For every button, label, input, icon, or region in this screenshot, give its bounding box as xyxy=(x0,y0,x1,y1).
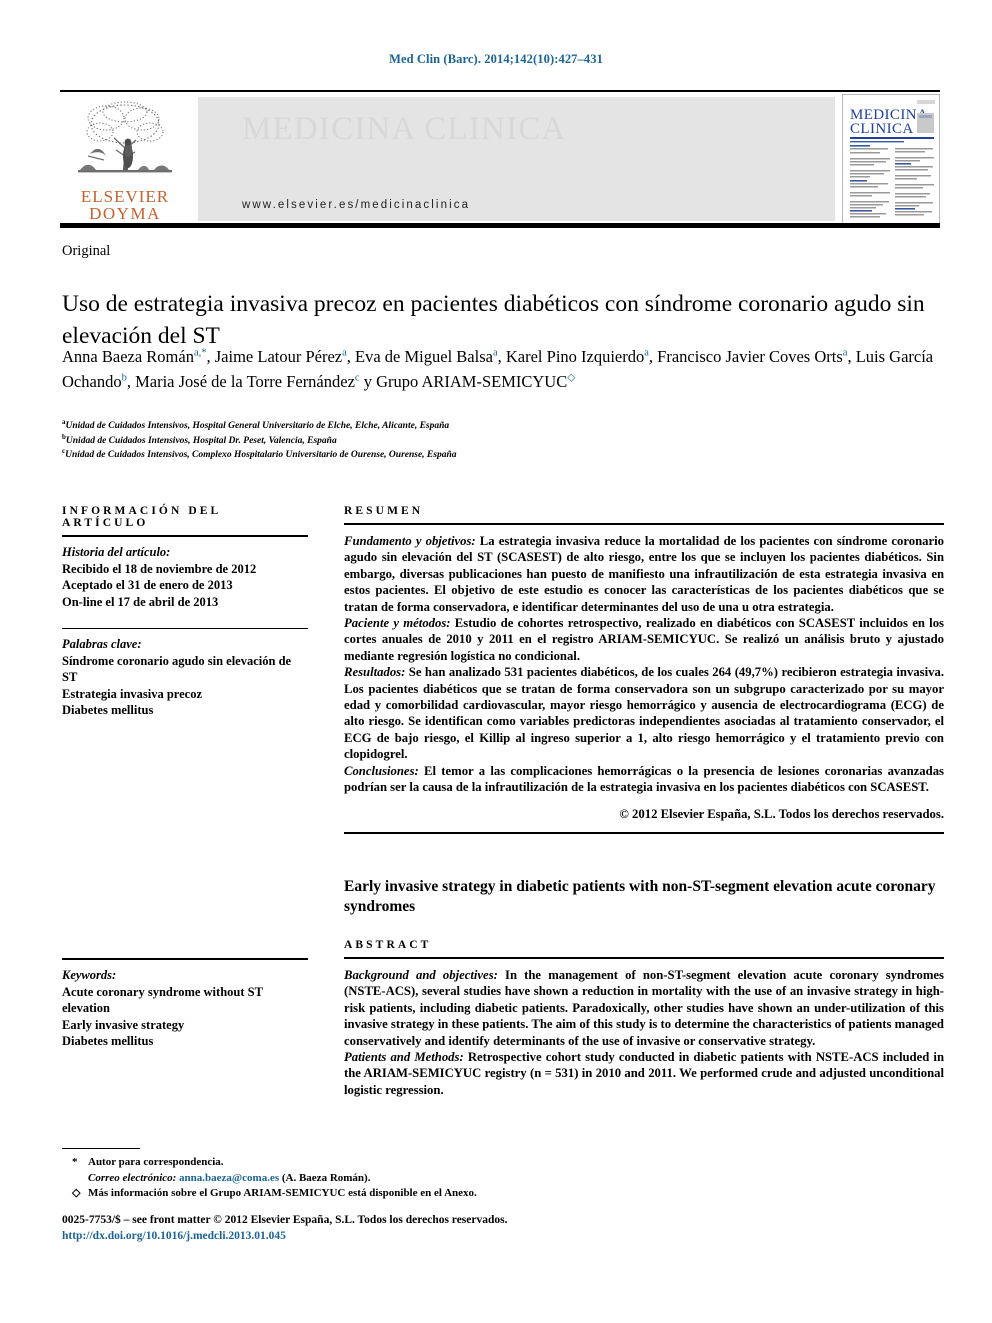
author-affiliation-mark: a xyxy=(492,347,498,359)
masthead-bottom-rule xyxy=(60,223,940,228)
keyword-en-3: Diabetes mellitus xyxy=(62,1034,154,1048)
affiliation-text: Unidad de Cuidados Intensivos, Hospital … xyxy=(65,435,337,446)
elsevier-tree-icon xyxy=(78,101,172,173)
imprint-block: 0025-7753/$ – see front matter © 2012 El… xyxy=(62,1212,762,1244)
keyword-es-1: Síndrome coronario agudo sin elevación d… xyxy=(62,653,292,685)
affiliation-text: Unidad de Cuidados Intensivos, Hospital … xyxy=(65,421,450,431)
footnote-email-line: Correo electrónico: anna.baeza@coma.es (… xyxy=(70,1171,670,1187)
author-affiliation-mark: c xyxy=(354,372,360,383)
abstract-paragraph: Patients and Methods: Retrospective coho… xyxy=(344,1049,944,1098)
keyword-en-1: Acute coronary syndrome without ST eleva… xyxy=(62,984,263,1016)
masthead-top-rule xyxy=(60,90,940,92)
group-info-text: Más información sobre el Grupo ARIAM-SEM… xyxy=(88,1187,477,1199)
author-name: Anna Baeza Román xyxy=(62,347,194,366)
resumen-paragraph: Paciente y métodos: Estudio de cohortes … xyxy=(344,615,944,664)
english-title: Early invasive strategy in diabetic pati… xyxy=(344,878,936,915)
footnote-corresponding: * Autor para correspondencia. xyxy=(70,1155,670,1171)
journal-url[interactable]: www.elsevier.es/medicinaclinica xyxy=(242,199,470,211)
history-label: Historia del artículo: xyxy=(62,545,171,559)
group-mark-icon: ◇ xyxy=(72,1187,81,1199)
journal-masthead: ELSEVIER DOYMA MEDICINA CLINICA www.else… xyxy=(60,90,940,230)
journal-cover-thumbnail: MEDICINA CLINICA xyxy=(842,94,940,224)
abstract-paragraph-lead: Background and objectives: xyxy=(344,968,498,982)
abstract-heading: ABSTRACT xyxy=(344,939,432,951)
keywords-label-en: Keywords: xyxy=(62,968,117,982)
resumen-body: Fundamento y objetivos: La estrategia in… xyxy=(344,525,944,796)
resumen-bottom-rule xyxy=(344,831,944,834)
article-type-label: Original xyxy=(62,243,111,259)
elsevier-wordmark-line2: DOYMA xyxy=(89,204,161,223)
author-name: Maria José de la Torre Fernández xyxy=(135,371,355,391)
resumen-paragraph-text: Se han analizado 531 pacientes diabético… xyxy=(344,665,944,762)
elsevier-logo: ELSEVIER DOYMA xyxy=(66,98,184,223)
corresponding-author-mark: * xyxy=(72,1156,78,1168)
doi-link[interactable]: http://dx.doi.org/10.1016/j.medcli.2013.… xyxy=(62,1228,762,1244)
running-head: Med Clin (Barc). 2014;142(10):427–431 xyxy=(389,52,603,66)
resumen-paragraph: Fundamento y objetivos: La estrategia in… xyxy=(344,533,944,615)
affiliation-item: aUnidad de Cuidados Intensivos, Hospital… xyxy=(62,418,762,434)
article-history-block: Historia del artículo: Recibido el 18 de… xyxy=(62,537,308,610)
resumen-paragraph-lead: Conclusiones: xyxy=(344,763,419,778)
author-affiliation-mark: ◇ xyxy=(567,372,576,383)
author-name: Francisco Javier Coves Orts xyxy=(657,347,843,366)
resumen-heading: RESUMEN xyxy=(344,505,424,517)
email-label: Correo electrónico: xyxy=(88,1171,177,1184)
history-received: Recibido el 18 de noviembre de 2012 xyxy=(62,561,257,576)
affiliation-text: Unidad de Cuidados Intensivos, Complexo … xyxy=(65,450,457,460)
elsevier-wordmark-line1: ELSEVIER xyxy=(80,187,170,206)
resumen-column: RESUMEN Fundamento y objetivos: La estra… xyxy=(344,505,944,834)
keywords-block-es: Palabras clave: Síndrome coronario agudo… xyxy=(62,629,308,719)
footnote-rule xyxy=(62,1148,140,1149)
keywords-block-en: Keywords: Acute coronary syndrome withou… xyxy=(62,960,308,1050)
corresponding-author-text: Autor para correspondencia. xyxy=(88,1156,224,1168)
author-list: Anna Baeza Romána,*, Jaime Latour Péreza… xyxy=(62,347,934,391)
footnote-group-info: ◇ Más información sobre el Grupo ARIAM-S… xyxy=(70,1186,670,1202)
abstract-paragraph-lead: Patients and Methods: xyxy=(344,1050,464,1065)
article-page: Med Clin (Barc). 2014;142(10):427–431 EL… xyxy=(0,0,992,1323)
resumen-copyright: © 2012 Elsevier España, S.L. Todos los d… xyxy=(619,806,944,821)
svg-text:CLINICA: CLINICA xyxy=(850,121,914,137)
resumen-paragraph: Resultados: Se han analizado 531 pacient… xyxy=(344,664,944,762)
author-affiliation-mark: b xyxy=(121,372,127,383)
page-title: Uso de estrategia invasiva precoz en pac… xyxy=(62,290,925,349)
keywords-column-en: Keywords: Acute coronary syndrome withou… xyxy=(62,958,308,1050)
resumen-paragraph-text: El temor a las complicaciones hemorrágic… xyxy=(344,763,944,795)
author-affiliation-mark: a xyxy=(644,347,649,359)
journal-title: MEDICINA CLINICA xyxy=(242,111,567,147)
article-info-column: INFORMACIÓN DEL ARTÍCULO Historia del ar… xyxy=(62,505,308,719)
issn-line: 0025-7753/$ – see front matter © 2012 El… xyxy=(62,1214,508,1226)
affiliation-item: cUnidad de Cuidados Intensivos, Complexo… xyxy=(62,447,762,463)
author-affiliation-mark: a,* xyxy=(193,347,207,359)
author-name: Grupo ARIAM-SEMICYUC xyxy=(376,371,568,391)
keyword-es-2: Estrategia invasiva precoz xyxy=(62,686,203,701)
history-online: On-line el 17 de abril de 2013 xyxy=(62,594,219,609)
keywords-label-es: Palabras clave: xyxy=(62,637,142,651)
author-name: Karel Pino Izquierdo xyxy=(505,347,645,366)
affiliation-list: aUnidad de Cuidados Intensivos, Hospital… xyxy=(62,418,762,463)
author-affiliation-mark: a xyxy=(842,347,848,359)
resumen-paragraph-lead: Paciente y métodos: xyxy=(344,616,451,631)
footnotes-block: * Autor para correspondencia. Correo ele… xyxy=(70,1155,670,1202)
email-owner: (A. Baeza Román). xyxy=(281,1171,371,1184)
keyword-es-3: Diabetes mellitus xyxy=(62,703,154,717)
history-accepted: Aceptado el 31 de enero de 2013 xyxy=(62,578,233,592)
journal-banner: MEDICINA CLINICA www.elsevier.es/medicin… xyxy=(198,97,835,221)
cover-artwork: MEDICINA CLINICA xyxy=(843,95,939,223)
resumen-paragraph: Conclusiones: El temor a las complicacio… xyxy=(344,763,944,796)
author-name: Eva de Miguel Balsa xyxy=(355,347,493,366)
resumen-paragraph-lead: Resultados: xyxy=(344,665,406,680)
abstract-column: Early invasive strategy in diabetic pati… xyxy=(344,877,944,1098)
resumen-paragraph-lead: Fundamento y objetivos: xyxy=(344,534,476,548)
keyword-en-2: Early invasive strategy xyxy=(62,1017,185,1032)
article-info-heading: INFORMACIÓN DEL ARTÍCULO xyxy=(62,505,221,529)
author-affiliation-mark: a xyxy=(342,347,347,359)
affiliation-item: bUnidad de Cuidados Intensivos, Hospital… xyxy=(62,433,762,449)
author-name: Jaime Latour Pérez xyxy=(214,347,343,366)
abstract-paragraph: Background and objectives: In the manage… xyxy=(344,967,944,1049)
abstract-body: Background and objectives: In the manage… xyxy=(344,959,944,1098)
email-link[interactable]: anna.baeza@coma.es xyxy=(179,1172,279,1184)
